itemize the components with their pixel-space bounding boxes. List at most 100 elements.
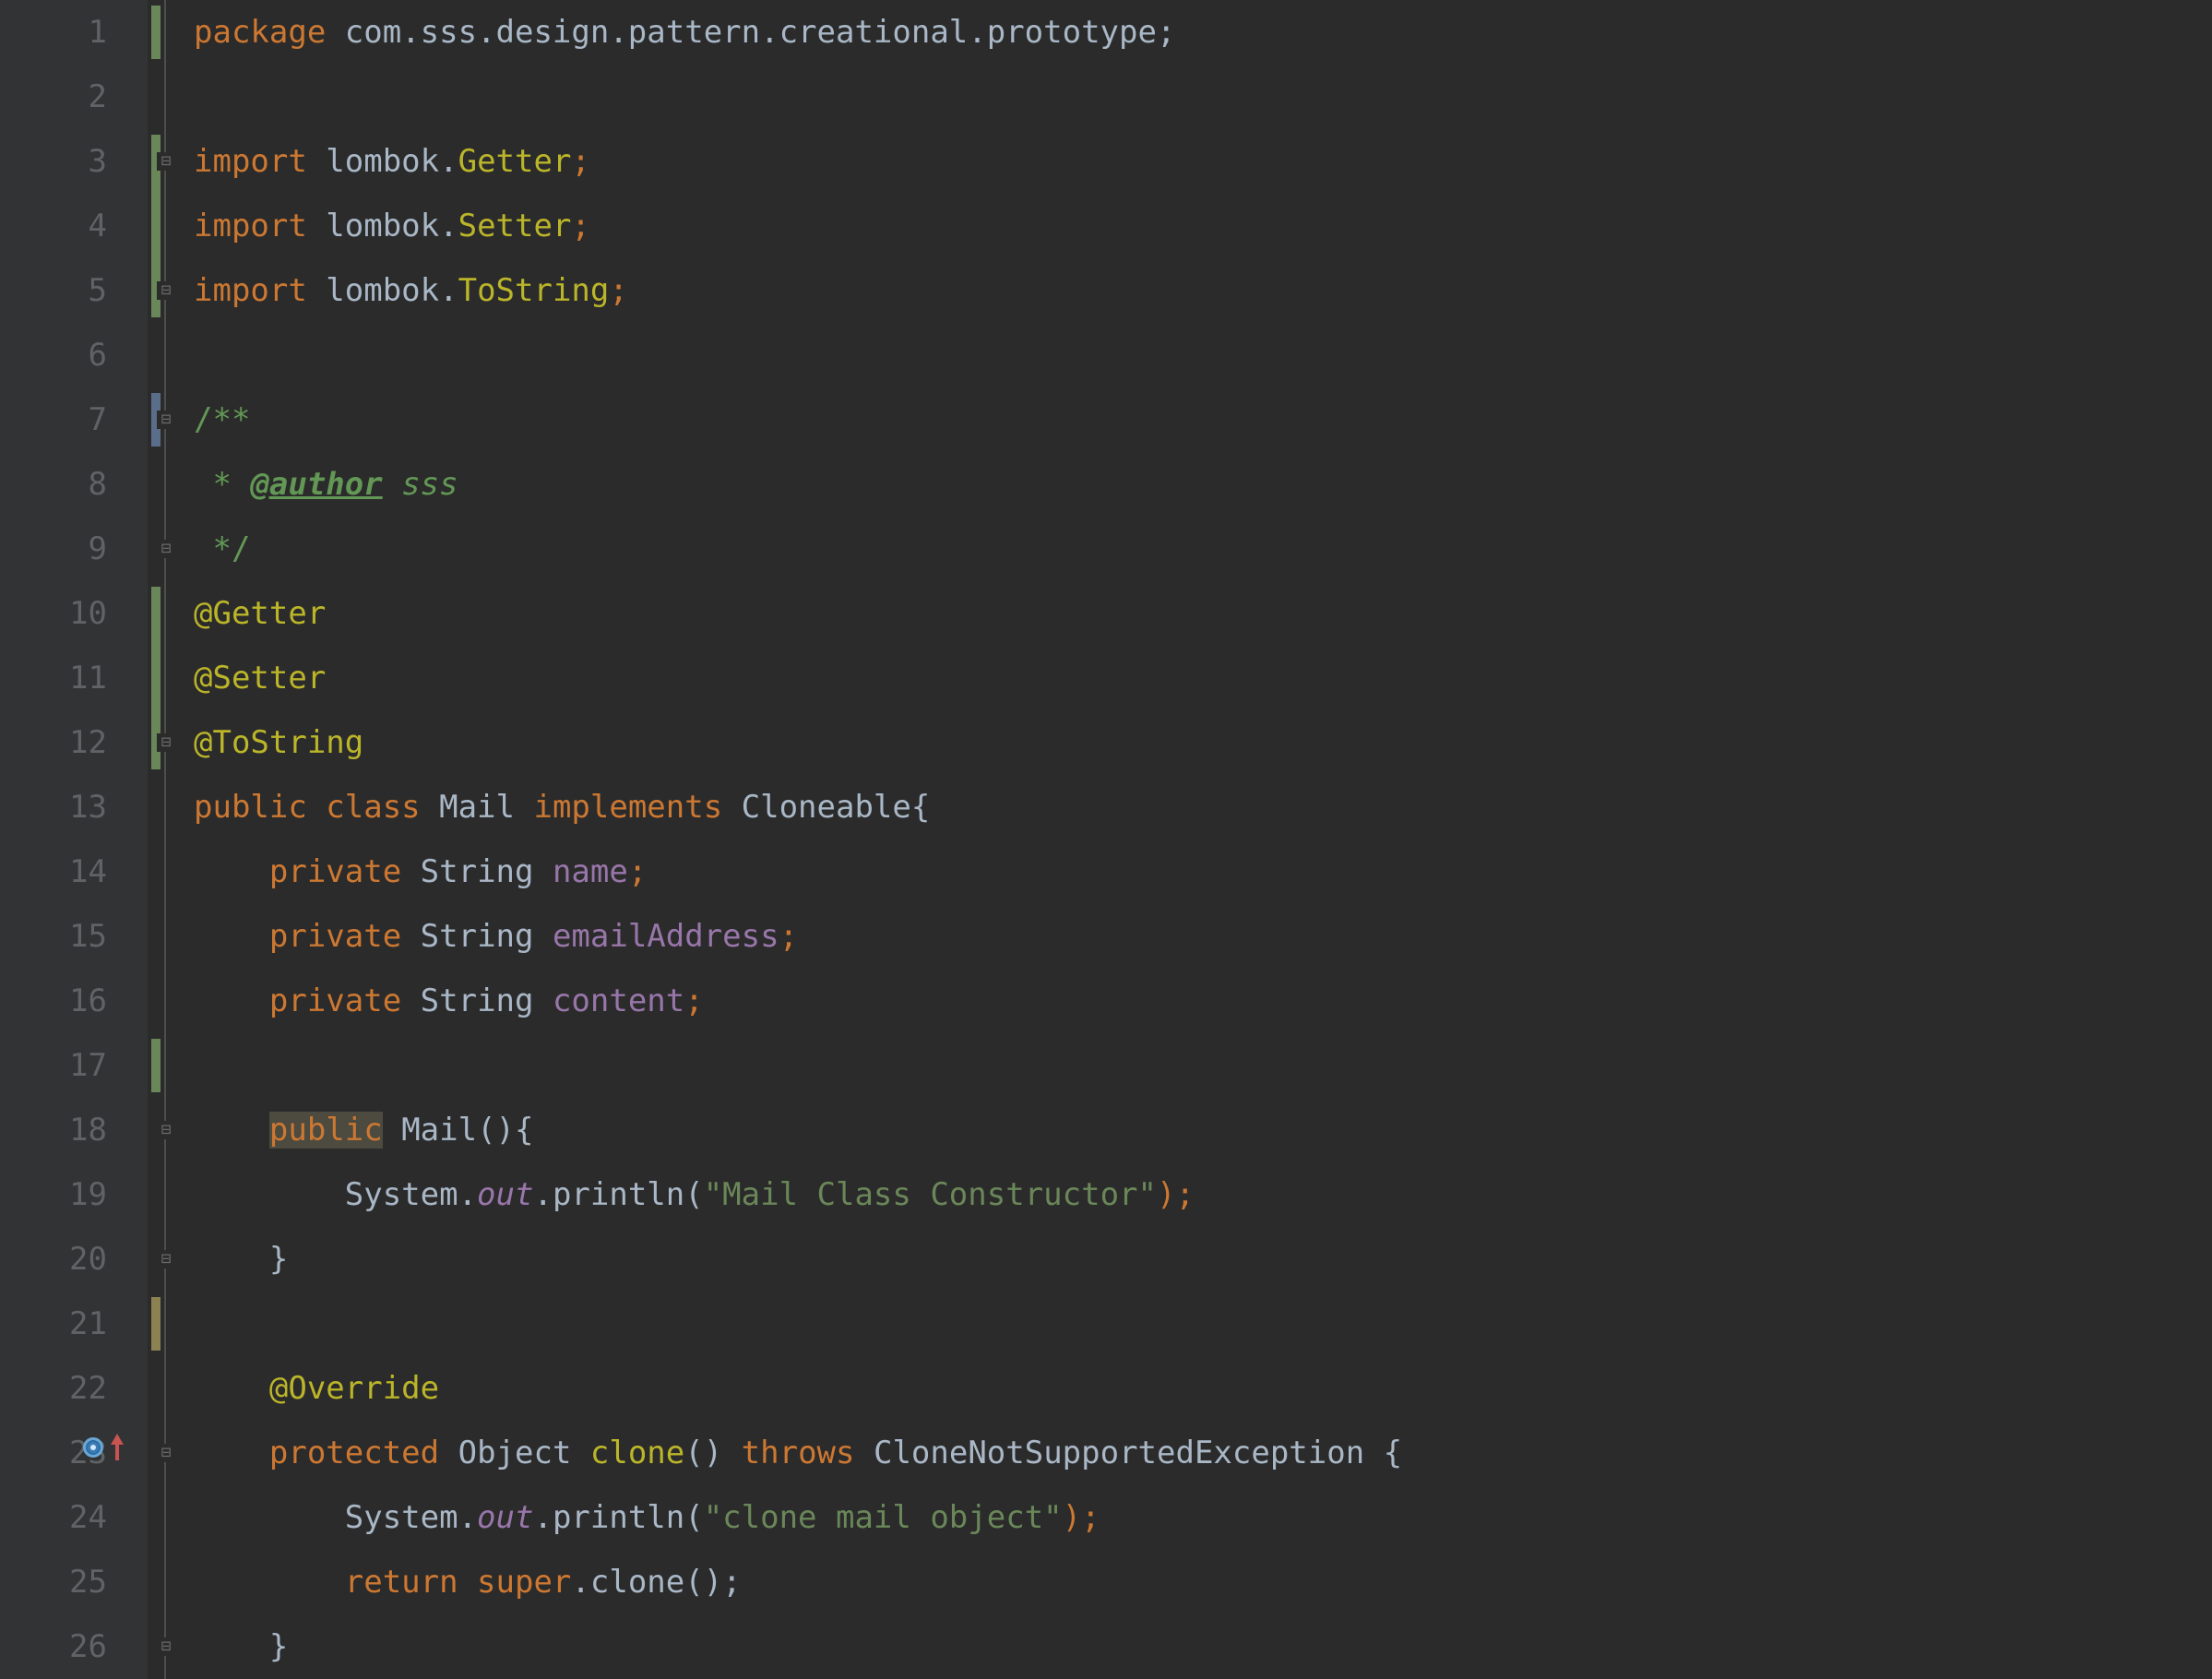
code-token: } bbox=[194, 1628, 288, 1665]
line-number[interactable]: 9 bbox=[0, 517, 107, 581]
code-token: name bbox=[553, 853, 628, 890]
code-token: emailAddress bbox=[553, 918, 779, 955]
fold-toggle-icon[interactable]: ⊟ bbox=[157, 540, 175, 558]
line-number[interactable]: 23 bbox=[0, 1421, 107, 1485]
code-token: throws bbox=[742, 1435, 874, 1471]
line-number[interactable]: 8 bbox=[0, 452, 107, 517]
code-token bbox=[194, 1370, 269, 1407]
line-number[interactable]: 1 bbox=[0, 0, 107, 65]
code-token: out bbox=[477, 1176, 533, 1213]
line-number[interactable]: 12 bbox=[0, 710, 107, 775]
code-token: @author bbox=[250, 466, 382, 503]
code-token: * bbox=[194, 466, 250, 503]
override-icon[interactable] bbox=[83, 1437, 103, 1458]
code-line[interactable]: public class Mail implements Cloneable{ bbox=[194, 775, 2212, 840]
code-token: Mail bbox=[439, 789, 533, 826]
line-number[interactable]: 22 bbox=[0, 1356, 107, 1421]
fold-toggle-icon[interactable]: ⊟ bbox=[157, 411, 175, 429]
line-number[interactable]: 10 bbox=[0, 581, 107, 646]
code-token: @Getter bbox=[194, 595, 326, 632]
code-line[interactable]: } bbox=[194, 1227, 2212, 1292]
code-line[interactable]: public Mail(){ bbox=[194, 1098, 2212, 1162]
fold-toggle-icon[interactable]: ⊟ bbox=[157, 1637, 175, 1656]
code-line[interactable]: private String name; bbox=[194, 840, 2212, 904]
code-line[interactable]: package com.sss.design.pattern.creationa… bbox=[194, 0, 2212, 65]
implements-up-arrow-icon[interactable] bbox=[111, 1434, 124, 1445]
fold-toggle-icon[interactable]: ⊟ bbox=[157, 1444, 175, 1462]
code-line[interactable]: @Getter bbox=[194, 581, 2212, 646]
line-number[interactable]: 11 bbox=[0, 646, 107, 710]
code-line[interactable]: @Override bbox=[194, 1356, 2212, 1421]
line-number[interactable]: 13 bbox=[0, 775, 107, 840]
code-line[interactable]: import lombok.ToString; bbox=[194, 258, 2212, 323]
line-number[interactable]: 24 bbox=[0, 1485, 107, 1550]
line-number[interactable]: 6 bbox=[0, 323, 107, 387]
code-token: CloneNotSupportedException { bbox=[874, 1435, 1402, 1471]
code-line[interactable]: protected Object clone() throws CloneNot… bbox=[194, 1421, 2212, 1485]
fold-toggle-icon[interactable]: ⊟ bbox=[157, 281, 175, 300]
code-line[interactable]: return super.clone(); bbox=[194, 1550, 2212, 1614]
code-token bbox=[194, 1112, 269, 1149]
fold-toggle-icon[interactable]: ⊟ bbox=[157, 1250, 175, 1268]
code-token: lombok. bbox=[326, 143, 458, 180]
code-editor[interactable]: 1234567891011121314151617181920212223242… bbox=[0, 0, 2212, 1679]
line-number[interactable]: 21 bbox=[0, 1292, 107, 1356]
line-number[interactable]: 14 bbox=[0, 840, 107, 904]
code-token: Mail(){ bbox=[401, 1112, 533, 1149]
fold-toggle-icon[interactable]: ⊟ bbox=[157, 733, 175, 752]
code-line[interactable]: import lombok.Setter; bbox=[194, 194, 2212, 258]
line-number[interactable]: 5 bbox=[0, 258, 107, 323]
code-token: import bbox=[194, 143, 326, 180]
line-number-gutter[interactable]: 1234567891011121314151617181920212223242… bbox=[0, 0, 148, 1679]
line-number[interactable]: 26 bbox=[0, 1614, 107, 1679]
line-number[interactable]: 18 bbox=[0, 1098, 107, 1162]
code-line[interactable]: @Setter bbox=[194, 646, 2212, 710]
code-token: public bbox=[269, 1112, 383, 1149]
fold-toggle-icon[interactable]: ⊟ bbox=[157, 1121, 175, 1139]
line-number[interactable]: 3 bbox=[0, 129, 107, 194]
code-line[interactable] bbox=[194, 323, 2212, 387]
code-token bbox=[194, 918, 269, 955]
code-token: String bbox=[421, 853, 553, 890]
line-number[interactable]: 15 bbox=[0, 904, 107, 969]
code-line[interactable]: System.out.println("Mail Class Construct… bbox=[194, 1162, 2212, 1227]
code-token: package bbox=[194, 14, 345, 51]
code-line[interactable] bbox=[194, 65, 2212, 129]
line-number[interactable]: 25 bbox=[0, 1550, 107, 1614]
code-token: com.sss.design.pattern.creational.protot… bbox=[345, 14, 1176, 51]
code-token: ; bbox=[571, 208, 589, 244]
code-line[interactable]: */ bbox=[194, 517, 2212, 581]
code-line[interactable]: System.out.println("clone mail object"); bbox=[194, 1485, 2212, 1550]
vcs-change-marker[interactable] bbox=[151, 6, 161, 59]
vcs-change-marker[interactable] bbox=[151, 1297, 161, 1351]
code-token: content bbox=[553, 982, 684, 1019]
code-token: Getter bbox=[458, 143, 572, 180]
code-token: ; bbox=[779, 918, 798, 955]
code-line[interactable] bbox=[194, 1292, 2212, 1356]
line-number[interactable]: 16 bbox=[0, 969, 107, 1033]
fold-toggle-icon[interactable]: ⊟ bbox=[157, 152, 175, 171]
code-line[interactable] bbox=[194, 1033, 2212, 1098]
line-number[interactable]: 20 bbox=[0, 1227, 107, 1292]
code-line[interactable]: * @author sss bbox=[194, 452, 2212, 517]
line-number[interactable]: 4 bbox=[0, 194, 107, 258]
code-area[interactable]: package com.sss.design.pattern.creationa… bbox=[184, 0, 2212, 1679]
line-number[interactable]: 7 bbox=[0, 387, 107, 452]
code-token: "clone mail object" bbox=[704, 1499, 1063, 1536]
code-line[interactable]: private String content; bbox=[194, 969, 2212, 1033]
code-line[interactable]: @ToString bbox=[194, 710, 2212, 775]
code-token: private bbox=[269, 853, 421, 890]
line-number[interactable]: 17 bbox=[0, 1033, 107, 1098]
code-token: () bbox=[684, 1435, 741, 1471]
code-token: sss bbox=[383, 466, 458, 503]
line-number[interactable]: 2 bbox=[0, 65, 107, 129]
code-token: ; bbox=[571, 143, 589, 180]
code-line[interactable]: private String emailAddress; bbox=[194, 904, 2212, 969]
code-line[interactable]: import lombok.Getter; bbox=[194, 129, 2212, 194]
code-token: import bbox=[194, 208, 326, 244]
fold-strip[interactable]: ⊟ ⊟ ⊟ ⊟ ⊟ ⊟ ⊟ ⊟ ⊟ bbox=[148, 0, 184, 1679]
line-number[interactable]: 19 bbox=[0, 1162, 107, 1227]
code-line[interactable]: /** bbox=[194, 387, 2212, 452]
vcs-change-marker[interactable] bbox=[151, 1039, 161, 1092]
code-line[interactable]: } bbox=[194, 1614, 2212, 1679]
